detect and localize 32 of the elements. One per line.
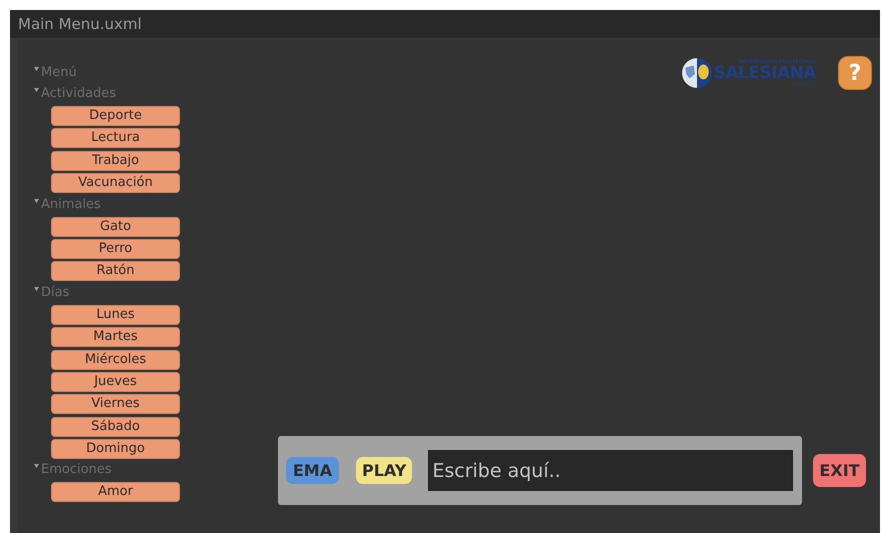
input-field[interactable]: Escribe aquí..: [428, 450, 793, 491]
menu-button[interactable]: Ratón: [51, 261, 180, 282]
menu-button[interactable]: Gato: [51, 216, 180, 237]
expanded-triangle-icon[interactable]: [34, 88, 39, 93]
expanded-triangle-icon[interactable]: [34, 67, 39, 72]
action-button[interactable]: EMA: [286, 457, 339, 484]
window-title: Main Menu.uxml: [18, 15, 142, 33]
action-button[interactable]: PLAY: [356, 457, 412, 484]
expanded-triangle-icon[interactable]: [34, 464, 39, 470]
menu-button[interactable]: Sábado: [51, 416, 180, 437]
tree-heading: Animales: [41, 196, 101, 214]
menu-button[interactable]: Miércoles: [51, 350, 180, 370]
expanded-triangle-icon[interactable]: [34, 198, 39, 204]
menu-button[interactable]: Domingo: [51, 439, 180, 460]
menu-button[interactable]: Amor: [51, 482, 180, 502]
menu-button[interactable]: Lunes: [51, 304, 180, 325]
menu-button[interactable]: Trabajo: [51, 150, 180, 171]
globe-icon: [680, 57, 713, 89]
menu-button[interactable]: Vacunación: [51, 173, 180, 194]
expanded-triangle-icon[interactable]: [34, 286, 39, 292]
tree-heading: Días: [41, 284, 70, 302]
menu-button[interactable]: Viernes: [51, 394, 180, 414]
logo-name: SALESIANA: [714, 65, 816, 82]
tree-heading: Menú: [41, 64, 77, 82]
menu-button[interactable]: Lectura: [51, 128, 180, 148]
menu-button[interactable]: Martes: [51, 327, 180, 348]
menu-button[interactable]: Deporte: [51, 106, 180, 126]
menu-button[interactable]: Perro: [51, 238, 180, 259]
exit-button[interactable]: EXIT: [813, 454, 866, 487]
tree-heading: Actividades: [41, 85, 116, 103]
tree-heading: Emociones: [41, 461, 112, 480]
menu-button[interactable]: Jueves: [51, 372, 180, 392]
